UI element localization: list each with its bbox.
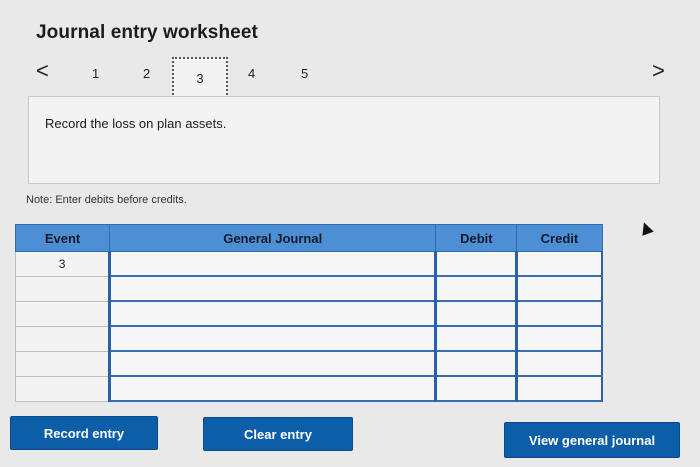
event-cell [14, 350, 111, 377]
instruction-text: Record the loss on plan assets. [45, 116, 227, 131]
journal-entry-table: Event General Journal Debit Credit 3 [14, 224, 604, 402]
mouse-cursor-icon [638, 220, 654, 236]
general-journal-input[interactable] [108, 325, 437, 352]
record-entry-button[interactable]: Record entry [10, 416, 158, 450]
instruction-box: Record the loss on plan assets. [28, 96, 660, 184]
table-header-row: Event General Journal Debit Credit [14, 224, 603, 252]
debit-input[interactable] [434, 275, 518, 302]
credit-input[interactable] [515, 275, 604, 302]
table-row [14, 325, 604, 352]
event-cell [14, 300, 111, 327]
table-row [14, 300, 604, 327]
debit-input[interactable] [434, 325, 518, 352]
event-cell [14, 325, 111, 352]
page-link-2[interactable]: 2 [143, 66, 150, 81]
page-link-3-active[interactable]: 3 [172, 57, 228, 99]
table-row [14, 375, 604, 402]
page-link-1[interactable]: 1 [92, 66, 99, 81]
credit-input[interactable] [515, 375, 604, 402]
entry-note: Note: Enter debits before credits. [26, 194, 187, 206]
table-row: 3 [14, 251, 604, 277]
page-navigation: < 1 2 3 4 5 > [0, 0, 700, 110]
general-journal-input[interactable] [108, 275, 437, 302]
table-row [14, 275, 604, 302]
table-row [14, 350, 604, 377]
debit-input[interactable] [434, 251, 518, 277]
general-journal-input[interactable] [108, 375, 437, 402]
column-header-credit: Credit [516, 224, 603, 252]
page-link-4[interactable]: 4 [248, 66, 255, 81]
credit-input[interactable] [515, 325, 604, 352]
general-journal-input[interactable] [108, 251, 437, 277]
page-link-5[interactable]: 5 [301, 66, 308, 81]
debit-input[interactable] [434, 375, 518, 402]
event-cell [14, 375, 111, 402]
next-arrow-icon[interactable]: > [652, 58, 665, 84]
credit-input[interactable] [515, 251, 604, 277]
column-header-debit: Debit [435, 224, 518, 252]
general-journal-input[interactable] [108, 300, 437, 327]
column-header-general-journal: General Journal [109, 224, 437, 252]
event-cell: 3 [14, 251, 111, 277]
column-header-event: Event [14, 224, 111, 252]
previous-arrow-icon[interactable]: < [36, 58, 49, 84]
view-general-journal-button[interactable]: View general journal [504, 422, 680, 458]
clear-entry-button[interactable]: Clear entry [203, 417, 353, 451]
event-cell [14, 275, 111, 302]
general-journal-input[interactable] [108, 350, 437, 377]
debit-input[interactable] [434, 300, 518, 327]
debit-input[interactable] [434, 350, 518, 377]
credit-input[interactable] [515, 300, 604, 327]
credit-input[interactable] [515, 350, 604, 377]
